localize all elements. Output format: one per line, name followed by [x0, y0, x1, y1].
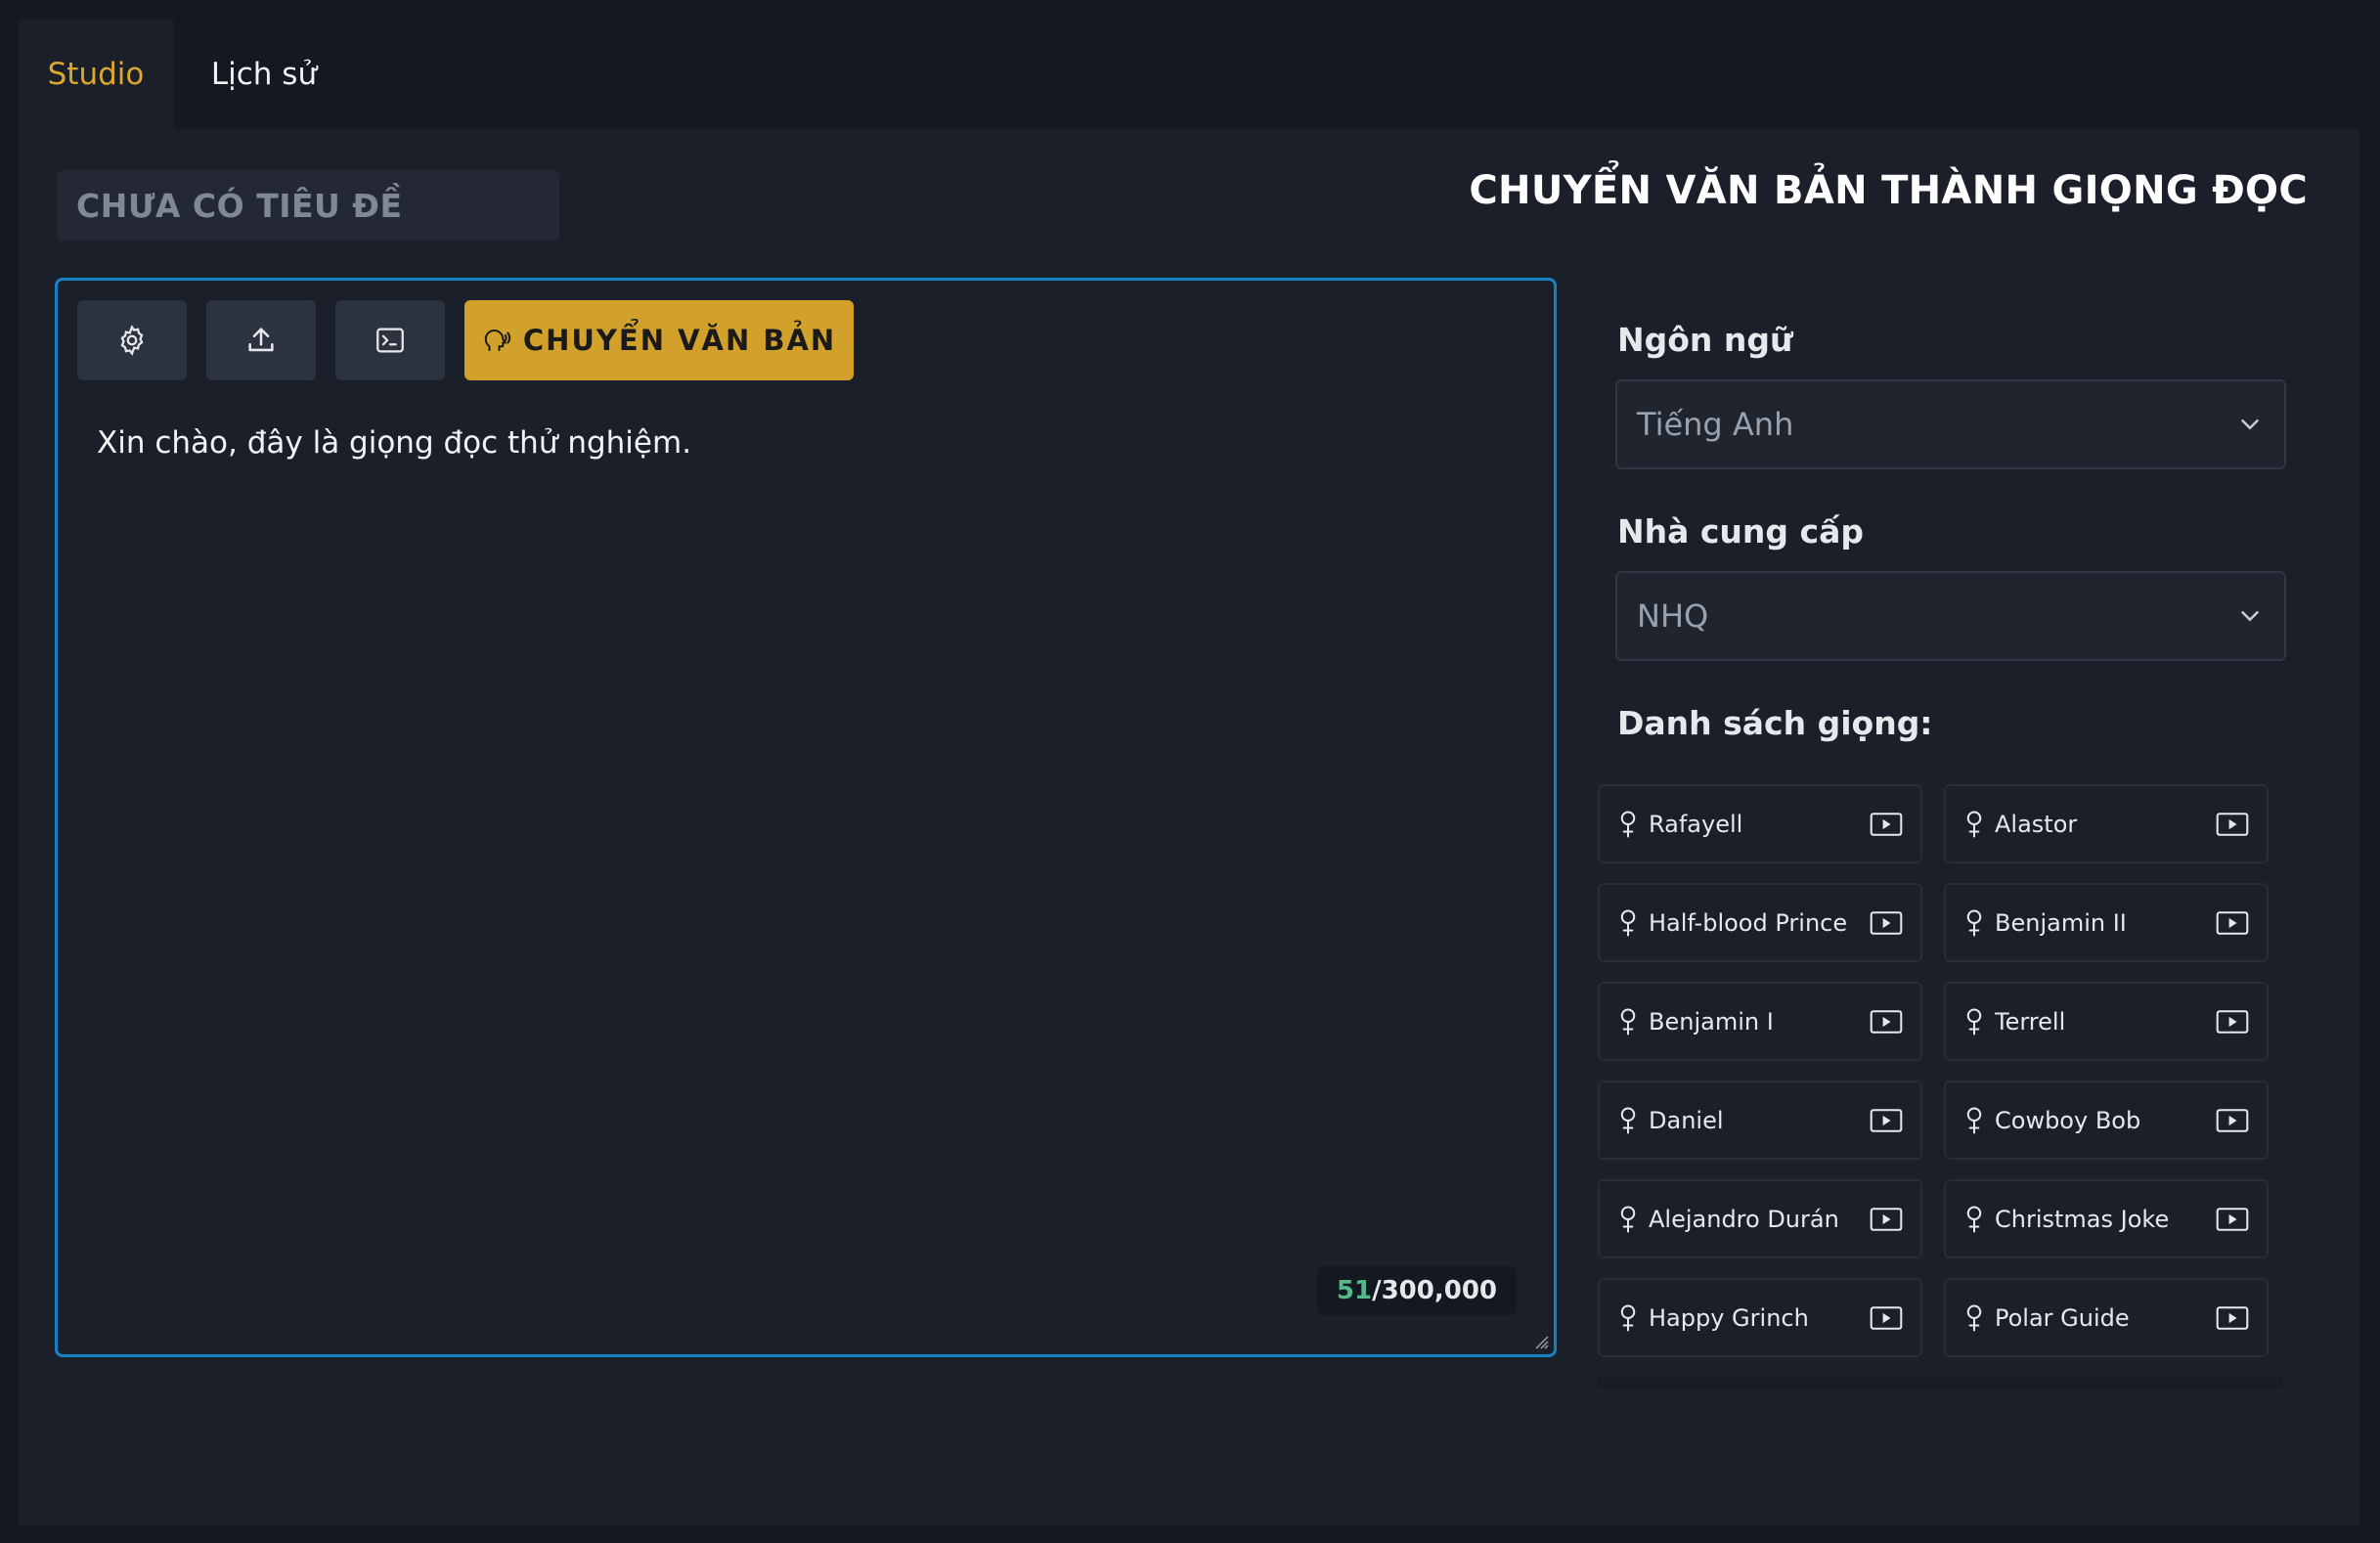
voice-card[interactable]: Christmas Joke — [1944, 1179, 2269, 1258]
speaking-head-icon — [484, 330, 510, 351]
female-icon — [1966, 811, 1982, 837]
text-editor[interactable]: CHUYỂN VĂN BẢN Xin chào, đây là giọng đọ… — [55, 278, 1557, 1357]
female-icon — [1620, 811, 1636, 837]
voice-name: Happy Grinch — [1649, 1303, 1809, 1332]
play-preview-button[interactable] — [1870, 1009, 1903, 1035]
editor-content[interactable]: Xin chào, đây là giọng đọc thử nghiệm. — [97, 425, 691, 461]
female-icon — [1620, 1107, 1636, 1133]
language-value: Tiếng Anh — [1637, 406, 1794, 443]
tab-history[interactable]: Lịch sử — [174, 20, 354, 129]
voice-card[interactable]: Rafayell — [1598, 784, 1922, 863]
play-icon — [1870, 812, 1903, 836]
editor-toolbar: CHUYỂN VĂN BẢN — [77, 300, 854, 380]
play-icon — [2216, 1009, 2249, 1034]
voice-name: Benjamin II — [1995, 908, 2127, 937]
provider-select[interactable]: NHQ — [1615, 571, 2286, 661]
terminal-button[interactable] — [335, 300, 445, 380]
convert-button[interactable]: CHUYỂN VĂN BẢN — [464, 300, 854, 380]
language-label: Ngôn ngữ — [1617, 321, 1793, 359]
voice-name: Rafayell — [1649, 810, 1743, 838]
voice-card[interactable]: Benjamin I — [1598, 982, 1922, 1061]
char-used-count: 51 — [1336, 1276, 1373, 1305]
chevron-down-icon — [2241, 419, 2259, 430]
voice-name: Benjamin I — [1649, 1007, 1774, 1036]
play-icon — [2216, 1108, 2249, 1132]
voice-name: Terrell — [1995, 1007, 2066, 1036]
provider-label: Nhà cung cấp — [1617, 512, 1864, 551]
voice-name: Christmas Joke — [1995, 1205, 2170, 1233]
play-icon — [2216, 812, 2249, 836]
play-icon — [2216, 1305, 2249, 1330]
female-icon — [1620, 1008, 1636, 1035]
gear-icon — [120, 325, 144, 356]
play-preview-button[interactable] — [2216, 812, 2249, 837]
play-icon — [1870, 910, 1903, 935]
play-preview-button[interactable] — [1870, 1305, 1903, 1331]
play-preview-button[interactable] — [2216, 1108, 2249, 1133]
play-preview-button[interactable] — [1870, 812, 1903, 837]
play-preview-button[interactable] — [1870, 910, 1903, 936]
voice-name: Cowboy Bob — [1995, 1106, 2141, 1134]
female-icon — [1966, 1206, 1982, 1232]
female-icon — [1966, 1008, 1982, 1035]
female-icon — [1620, 1304, 1636, 1331]
play-preview-button[interactable] — [2216, 1305, 2249, 1331]
terminal-icon — [376, 328, 404, 353]
voice-card[interactable]: Alejandro Durán — [1598, 1179, 1922, 1258]
voice-card[interactable]: Polar Guide — [1944, 1278, 2269, 1357]
voice-card[interactable]: Cowboy Bob — [1944, 1080, 2269, 1160]
play-icon — [1870, 1305, 1903, 1330]
female-icon — [1966, 1107, 1982, 1133]
voice-card[interactable]: Half-blood Prince — [1598, 883, 1922, 962]
provider-value: NHQ — [1637, 597, 1709, 635]
voice-card[interactable]: Terrell — [1944, 982, 2269, 1061]
play-preview-button[interactable] — [2216, 1009, 2249, 1035]
voice-name: Alastor — [1995, 810, 2078, 838]
voice-name: Half-blood Prince — [1649, 908, 1848, 937]
voice-card[interactable]: Happy Grinch — [1598, 1278, 1922, 1357]
character-counter: 51/300,000 — [1316, 1266, 1517, 1315]
voice-list-label: Danh sách giọng: — [1617, 704, 1933, 742]
female-icon — [1620, 909, 1636, 936]
settings-button[interactable] — [77, 300, 187, 380]
upload-button[interactable] — [206, 300, 316, 380]
voice-name: Alejandro Durán — [1649, 1205, 1839, 1233]
play-preview-button[interactable] — [1870, 1108, 1903, 1133]
play-icon — [1870, 1108, 1903, 1132]
play-icon — [2216, 910, 2249, 935]
voice-card[interactable]: Daniel — [1598, 1080, 1922, 1160]
language-select[interactable]: Tiếng Anh — [1615, 379, 2286, 469]
tab-bar: Studio Lịch sử — [18, 20, 354, 129]
document-title-input[interactable]: CHƯA CÓ TIÊU ĐỀ — [57, 170, 559, 241]
resize-handle-icon[interactable] — [1530, 1331, 1550, 1350]
voice-card[interactable]: Alastor — [1944, 784, 2269, 863]
play-icon — [1870, 1207, 1903, 1231]
play-preview-button[interactable] — [1870, 1207, 1903, 1232]
female-icon — [1966, 909, 1982, 936]
voice-card[interactable]: Benjamin II — [1944, 883, 2269, 962]
voice-list-fade — [1598, 1369, 2282, 1389]
convert-button-label: CHUYỂN VĂN BẢN — [522, 324, 837, 357]
play-preview-button[interactable] — [2216, 910, 2249, 936]
upload-icon — [248, 328, 274, 352]
chevron-down-icon — [2241, 611, 2259, 622]
voice-name: Daniel — [1649, 1106, 1724, 1134]
play-icon — [2216, 1207, 2249, 1231]
char-limit: /300,000 — [1372, 1276, 1497, 1305]
play-icon — [1870, 1009, 1903, 1034]
play-preview-button[interactable] — [2216, 1207, 2249, 1232]
page-title: CHUYỂN VĂN BẢN THÀNH GIỌNG ĐỌC — [1469, 168, 2308, 213]
voice-name: Polar Guide — [1995, 1303, 2130, 1332]
female-icon — [1620, 1206, 1636, 1232]
tab-studio[interactable]: Studio — [18, 20, 174, 129]
female-icon — [1966, 1304, 1982, 1331]
voice-list[interactable]: Rafayell Alastor Half-blood Prince Benjamin… — [1598, 784, 2282, 1369]
